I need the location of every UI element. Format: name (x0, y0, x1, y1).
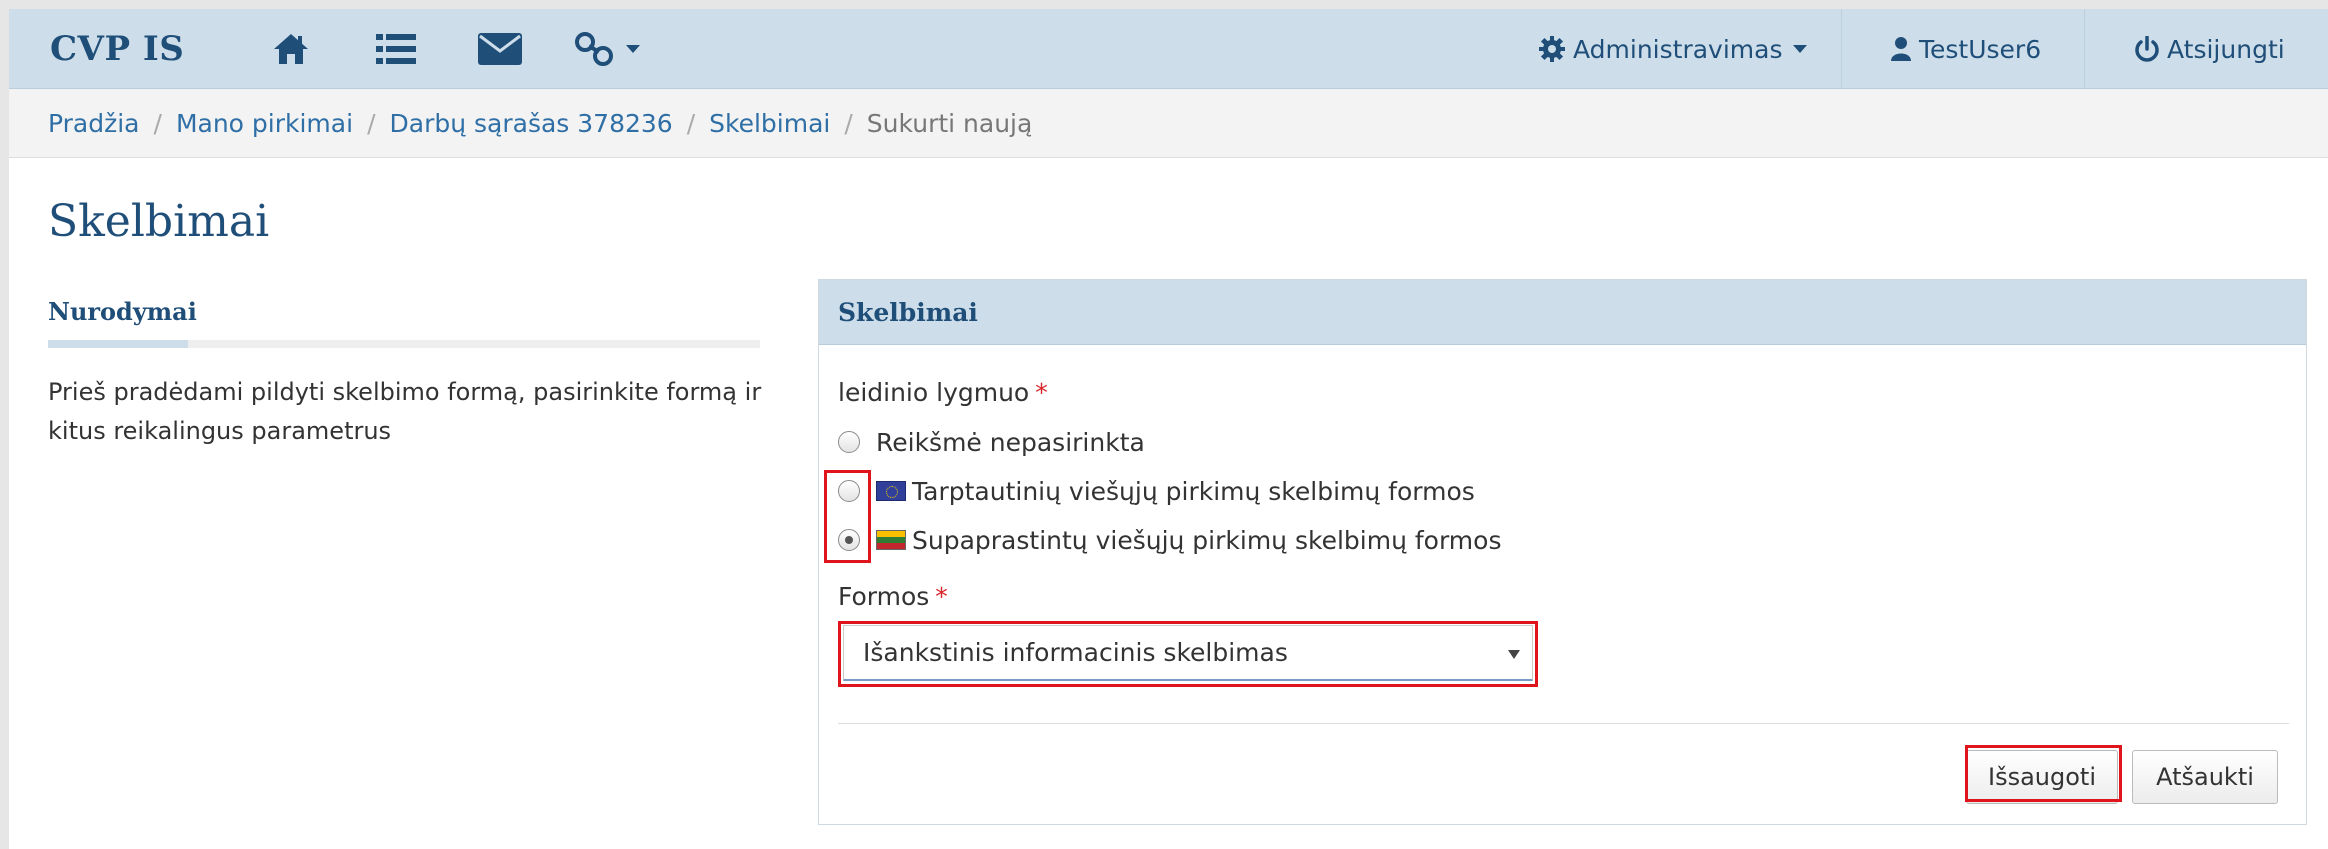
navbar-divider (1841, 9, 1842, 89)
breadcrumb-work-list[interactable]: Darbų sąrašas 378236 (390, 109, 673, 138)
notice-form-panel: Skelbimai leidinio lygmuo * Reikšmė nepas… (818, 279, 2307, 825)
required-mark: * (1035, 378, 1048, 407)
eu-flag-icon (876, 481, 906, 501)
breadcrumb-home[interactable]: Pradžia (48, 109, 140, 138)
breadcrumb: Pradžia / Mano pirkimai / Darbų sąrašas … (9, 89, 2328, 158)
publication-level-label: leidinio lygmuo * (838, 378, 1048, 407)
required-mark: * (935, 582, 948, 611)
radio-button[interactable] (838, 431, 860, 453)
admin-menu-label: Administravimas (1573, 34, 1783, 64)
instructions-title: Nurodymai (48, 297, 197, 326)
page-frame: CVP IS Administravimas TestUser6 Atsijun… (9, 9, 2328, 849)
gear-icon (1539, 36, 1565, 62)
breadcrumb-notices[interactable]: Skelbimai (709, 109, 830, 138)
links-dropdown-icon[interactable] (572, 27, 642, 71)
power-icon (2135, 36, 2159, 62)
breadcrumb-separator: / (686, 108, 696, 138)
home-icon[interactable] (263, 27, 319, 71)
lt-flag-icon (876, 530, 906, 550)
radio-not-selected[interactable]: Reikšmė nepasirinkta (838, 424, 1145, 460)
admin-menu[interactable]: Administravimas (1539, 29, 1807, 69)
radio-label: Tarptautinių viešųjų pirkimų skelbimų fo… (912, 476, 1475, 506)
save-button[interactable]: Išsaugoti (1966, 750, 2118, 804)
form-divider (838, 723, 2289, 724)
forms-select-value: Išankstinis informacinis skelbimas (863, 638, 1288, 667)
list-icon[interactable] (368, 27, 424, 71)
instructions-text: Prieš pradėdami pildyti skelbimo formą, … (48, 378, 762, 445)
radio-button-checked[interactable] (838, 529, 860, 551)
forms-select[interactable]: Išankstinis informacinis skelbimas (843, 625, 1533, 681)
radio-simplified-forms[interactable]: Supaprastintų viešųjų pirkimų skelbimų f… (838, 522, 1501, 558)
radio-international-forms[interactable]: Tarptautinių viešųjų pirkimų skelbimų fo… (838, 473, 1475, 509)
user-name: TestUser6 (1919, 34, 2042, 64)
panel-title: Skelbimai (819, 280, 2306, 345)
envelope-icon[interactable] (469, 27, 531, 71)
top-navbar: CVP IS Administravimas TestUser6 Atsijun… (9, 9, 2328, 89)
breadcrumb-current: Sukurti naują (866, 108, 1033, 138)
cancel-button[interactable]: Atšaukti (2132, 750, 2278, 804)
breadcrumb-separator: / (153, 108, 162, 138)
logout-link[interactable]: Atsijungti (2135, 29, 2285, 69)
chevron-down-icon (626, 45, 640, 53)
page-title: Skelbimai (48, 196, 270, 247)
forms-label: Formos * (838, 582, 948, 611)
navbar-divider (2084, 9, 2085, 89)
breadcrumb-separator: / (844, 108, 853, 138)
radio-label: Reikšmė nepasirinkta (876, 427, 1145, 457)
user-menu[interactable]: TestUser6 (1891, 29, 2041, 69)
radio-label: Supaprastintų viešųjų pirkimų skelbimų f… (912, 525, 1502, 555)
breadcrumb-my-purchases[interactable]: Mano pirkimai (176, 109, 353, 138)
instructions-underline (48, 340, 760, 348)
instructions-underline-accent (48, 340, 188, 348)
brand-logo[interactable]: CVP IS (50, 29, 184, 69)
breadcrumb-separator: / (367, 108, 376, 138)
chevron-down-icon (1508, 650, 1520, 659)
publication-level-text: leidinio lygmuo (838, 378, 1030, 407)
logout-label: Atsijungti (2167, 34, 2285, 64)
forms-label-text: Formos (838, 582, 930, 611)
chevron-down-icon (1792, 45, 1807, 53)
user-icon (1891, 37, 1911, 61)
radio-button[interactable] (838, 480, 860, 502)
